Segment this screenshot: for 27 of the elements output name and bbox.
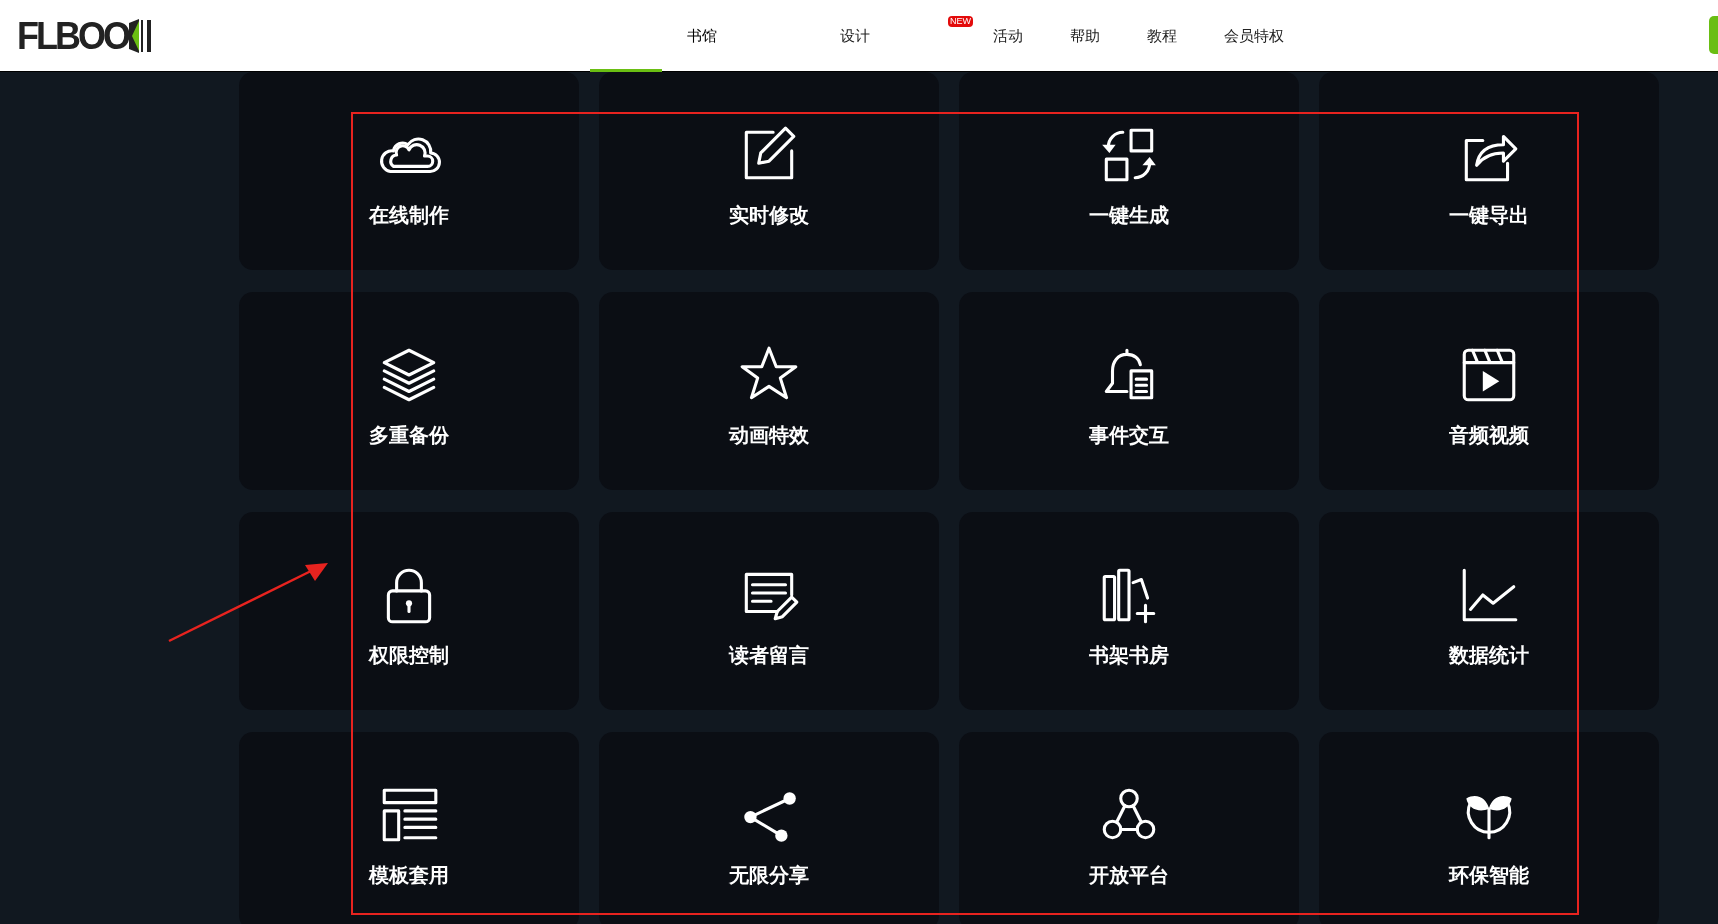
feature-label: 实时修改 bbox=[729, 202, 809, 229]
side-tab[interactable] bbox=[1709, 16, 1718, 54]
feature-label: 书架书房 bbox=[1089, 642, 1169, 669]
logo-mark-icon bbox=[128, 16, 154, 55]
feature-label: 音频视频 bbox=[1449, 422, 1529, 449]
nav-link[interactable]: 设计 bbox=[840, 0, 948, 72]
feature-label: 在线制作 bbox=[369, 202, 449, 229]
feature-label: 数据统计 bbox=[1449, 642, 1529, 669]
nav-link[interactable]: 会员特权 bbox=[1224, 0, 1301, 72]
feature-label: 读者留言 bbox=[729, 642, 809, 669]
nav-link[interactable]: 活动 NEW bbox=[948, 0, 1070, 72]
feature-label: 一键生成 bbox=[1089, 202, 1169, 229]
feature-label: 动画特效 bbox=[729, 422, 809, 449]
new-badge: NEW bbox=[948, 16, 973, 27]
nav-link[interactable]: 帮助 bbox=[1070, 0, 1147, 72]
logo-text[interactable]: FLBOO bbox=[17, 12, 128, 59]
feature-label: 无限分享 bbox=[729, 862, 809, 889]
feature-label: 开放平台 bbox=[1089, 862, 1169, 889]
feature-label: 多重备份 bbox=[369, 422, 449, 449]
feature-label: 权限控制 bbox=[369, 642, 449, 669]
feature-label: 环保智能 bbox=[1449, 862, 1529, 889]
nav-link[interactable]: 书馆 bbox=[590, 0, 840, 72]
feature-label: 事件交互 bbox=[1089, 422, 1169, 449]
active-underline bbox=[590, 69, 662, 72]
feature-label: 模板套用 bbox=[369, 862, 449, 889]
feature-label: 一键导出 bbox=[1449, 202, 1529, 229]
nav-link[interactable]: 教程 bbox=[1147, 0, 1224, 72]
